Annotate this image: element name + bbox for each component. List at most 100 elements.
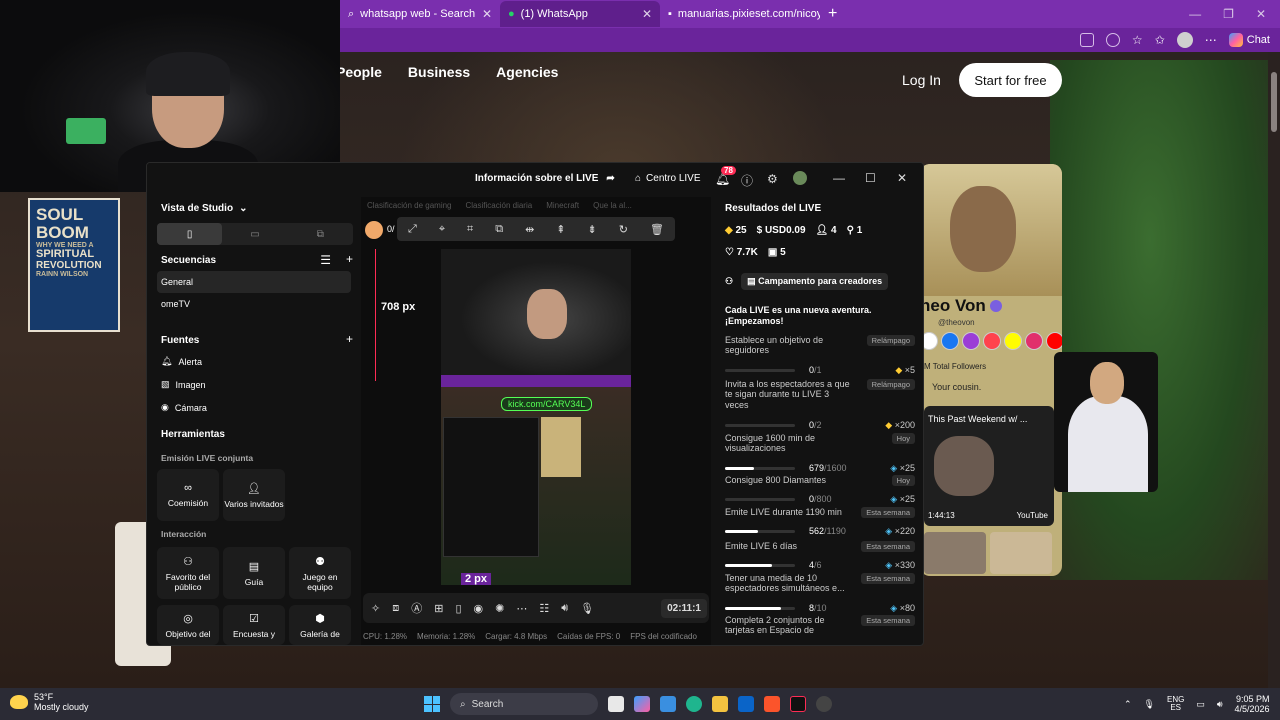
taskbar-search[interactable]: ⌕ Search bbox=[450, 693, 598, 715]
mirror-icon[interactable]: ⇹ bbox=[525, 223, 534, 236]
thumbnail[interactable] bbox=[990, 532, 1052, 574]
outlook-icon[interactable] bbox=[738, 696, 754, 712]
goal-item[interactable]: Tener una media de 10 espectadores simul… bbox=[725, 573, 915, 613]
minimize-icon[interactable]: — bbox=[833, 171, 845, 185]
sliders-icon[interactable]: ☷ bbox=[539, 602, 549, 615]
effects-icon[interactable]: ✺ bbox=[495, 602, 504, 615]
minimize-icon[interactable]: — bbox=[1189, 7, 1201, 21]
extensions-icon[interactable] bbox=[1105, 33, 1120, 47]
multi-guest-card[interactable]: 👤︎ Varios invitados bbox=[223, 469, 285, 521]
guide-card[interactable]: ▤ Guía bbox=[223, 547, 285, 599]
facebook-icon[interactable] bbox=[941, 332, 959, 350]
login-link[interactable]: Log In bbox=[902, 72, 941, 88]
task-view-icon[interactable] bbox=[608, 696, 624, 712]
team-game-card[interactable]: ⚉ Juego en equipo bbox=[289, 547, 351, 599]
tab-whatsapp-search[interactable]: ⌕ whatsapp web - Search ✕ bbox=[340, 1, 500, 27]
live-goal-card[interactable]: ◎ Objetivo del bbox=[157, 605, 219, 645]
clock[interactable]: 9:05 PM 4/5/2026 bbox=[1235, 694, 1270, 715]
profile-followers[interactable]: M Total Followers bbox=[924, 362, 986, 371]
settings-gear-icon[interactable]: ⚙ bbox=[767, 172, 778, 186]
share-icon[interactable]: ➦ bbox=[606, 173, 614, 184]
microphone-icon[interactable]: 🎙︎ bbox=[580, 602, 594, 615]
phone-icon[interactable]: ▯ bbox=[455, 602, 461, 615]
resize-icon[interactable]: ⤢ bbox=[408, 223, 417, 236]
add-source-icon[interactable]: + bbox=[346, 332, 353, 346]
crop-icon[interactable]: ⌗ bbox=[467, 223, 473, 236]
patreon-icon[interactable] bbox=[983, 332, 1001, 350]
maximize-icon[interactable]: ❐ bbox=[1223, 7, 1234, 21]
source-image[interactable]: ▧ Imagen bbox=[161, 379, 206, 390]
podcast-icon[interactable] bbox=[962, 332, 980, 350]
user-switch-icon[interactable]: ⚇ bbox=[725, 276, 733, 287]
video-embed[interactable]: This Past Weekend w/ ... 1:44:13 YouTube bbox=[924, 406, 1054, 526]
stream-preview[interactable] bbox=[441, 249, 631, 585]
language-indicator[interactable]: ENG ES bbox=[1167, 695, 1184, 714]
volume-icon[interactable]: 🔊︎ bbox=[561, 602, 568, 615]
live-info-title[interactable]: Información sobre el LIVE ➦ bbox=[475, 173, 615, 184]
centro-live-button[interactable]: ⌂ Centro LIVE bbox=[635, 173, 701, 184]
goal-item[interactable]: Completa 2 conjuntos de tarjetas en Espa… bbox=[725, 615, 915, 636]
goal-item[interactable]: Emite LIVE 6 días Esta semana 4/6 ◈ ×330 bbox=[725, 541, 915, 570]
add-sequence-icon[interactable]: + bbox=[346, 252, 353, 266]
audience-favorite-card[interactable]: ⚇ Favorito del público bbox=[157, 547, 219, 599]
landscape-option[interactable]: ▭ bbox=[222, 223, 287, 245]
file-explorer-icon[interactable] bbox=[712, 696, 728, 712]
source-alert[interactable]: 🔔︎ Alerta bbox=[161, 356, 202, 367]
dual-option[interactable]: ⧉ bbox=[288, 223, 353, 245]
close-icon[interactable]: ✕ bbox=[897, 171, 907, 185]
sequence-ometv[interactable]: omeTV bbox=[161, 299, 190, 309]
record-icon[interactable]: ◉ bbox=[474, 602, 484, 615]
edge-icon[interactable] bbox=[686, 696, 702, 712]
nav-business[interactable]: Business bbox=[408, 64, 470, 80]
nav-agencies[interactable]: Agencies bbox=[496, 64, 558, 80]
tiktok-icon[interactable] bbox=[790, 696, 806, 712]
more-icon[interactable]: ⋯ bbox=[516, 602, 527, 615]
more-menu-icon[interactable]: ⋯ bbox=[1205, 33, 1217, 47]
help-icon[interactable]: ⓘ bbox=[741, 172, 753, 189]
chevron-up-icon[interactable]: ⌃ bbox=[1124, 699, 1132, 710]
magic-icon[interactable]: ✧ bbox=[371, 602, 380, 615]
copilot-chat-button[interactable]: Chat bbox=[1228, 33, 1270, 47]
new-tab-button[interactable]: + bbox=[820, 5, 845, 23]
duplicate-icon[interactable]: ⧉ bbox=[495, 223, 503, 236]
screen-icon[interactable]: ⧈ bbox=[392, 602, 399, 615]
close-icon[interactable]: ✕ bbox=[642, 7, 652, 21]
rotate-icon[interactable]: ↻ bbox=[619, 223, 628, 236]
gallery-card[interactable]: ⬢ Galería de bbox=[289, 605, 351, 645]
youtube-brand[interactable]: YouTube bbox=[1017, 511, 1048, 520]
profile-avatar[interactable] bbox=[1176, 32, 1193, 48]
delete-icon[interactable]: 🗑︎ bbox=[650, 223, 664, 236]
youtube-icon[interactable] bbox=[1046, 332, 1062, 350]
layer-down-icon[interactable]: ⇟ bbox=[588, 223, 597, 236]
maximize-icon[interactable]: ☐ bbox=[865, 171, 876, 185]
microphone-icon[interactable]: 🎙︎ bbox=[1144, 699, 1155, 710]
scrollbar-thumb[interactable] bbox=[1271, 72, 1277, 132]
copilot-icon[interactable] bbox=[634, 696, 650, 712]
goal-item[interactable]: Establece un objetivo de seguidores Relám… bbox=[725, 335, 915, 375]
favorite-star-icon[interactable]: ☆ bbox=[1132, 33, 1143, 47]
nav-people[interactable]: People bbox=[336, 64, 382, 80]
snapchat-icon[interactable] bbox=[1004, 332, 1022, 350]
instagram-alt-icon[interactable] bbox=[1025, 332, 1043, 350]
store-icon[interactable] bbox=[660, 696, 676, 712]
source-camera[interactable]: ◉ Cámara bbox=[161, 402, 207, 413]
position-icon[interactable]: ⌖ bbox=[439, 223, 445, 236]
account-avatar[interactable] bbox=[793, 171, 807, 185]
ai-icon[interactable]: Ⓐ bbox=[411, 600, 422, 616]
media-icon[interactable]: ⊞ bbox=[434, 602, 443, 615]
game-tab[interactable]: Clasificación de gaming bbox=[367, 201, 452, 210]
start-icon[interactable] bbox=[424, 696, 440, 712]
obs-icon[interactable] bbox=[816, 696, 832, 712]
split-screen-icon[interactable] bbox=[1079, 33, 1094, 47]
favorites-icon[interactable]: ✩ bbox=[1155, 33, 1165, 47]
sequence-general[interactable]: General bbox=[161, 277, 193, 287]
profile-card[interactable]: heo Von @theovon M Total Followers Your … bbox=[920, 164, 1062, 576]
cohost-card[interactable]: ∞ Coemisión bbox=[157, 469, 219, 521]
tab-pixieset[interactable]: ▪ manuarias.pixieset.com/nicoysant ✕ bbox=[660, 1, 820, 27]
game-tab[interactable]: Minecraft bbox=[546, 201, 579, 210]
close-icon[interactable]: ✕ bbox=[1256, 7, 1266, 21]
poll-card[interactable]: ☑ Encuesta y bbox=[223, 605, 285, 645]
portrait-option[interactable]: ▯ bbox=[157, 223, 223, 245]
game-tab[interactable]: Clasificación diaria bbox=[466, 201, 533, 210]
studio-view-dropdown[interactable]: Vista de Studio ⌄ bbox=[161, 203, 247, 214]
